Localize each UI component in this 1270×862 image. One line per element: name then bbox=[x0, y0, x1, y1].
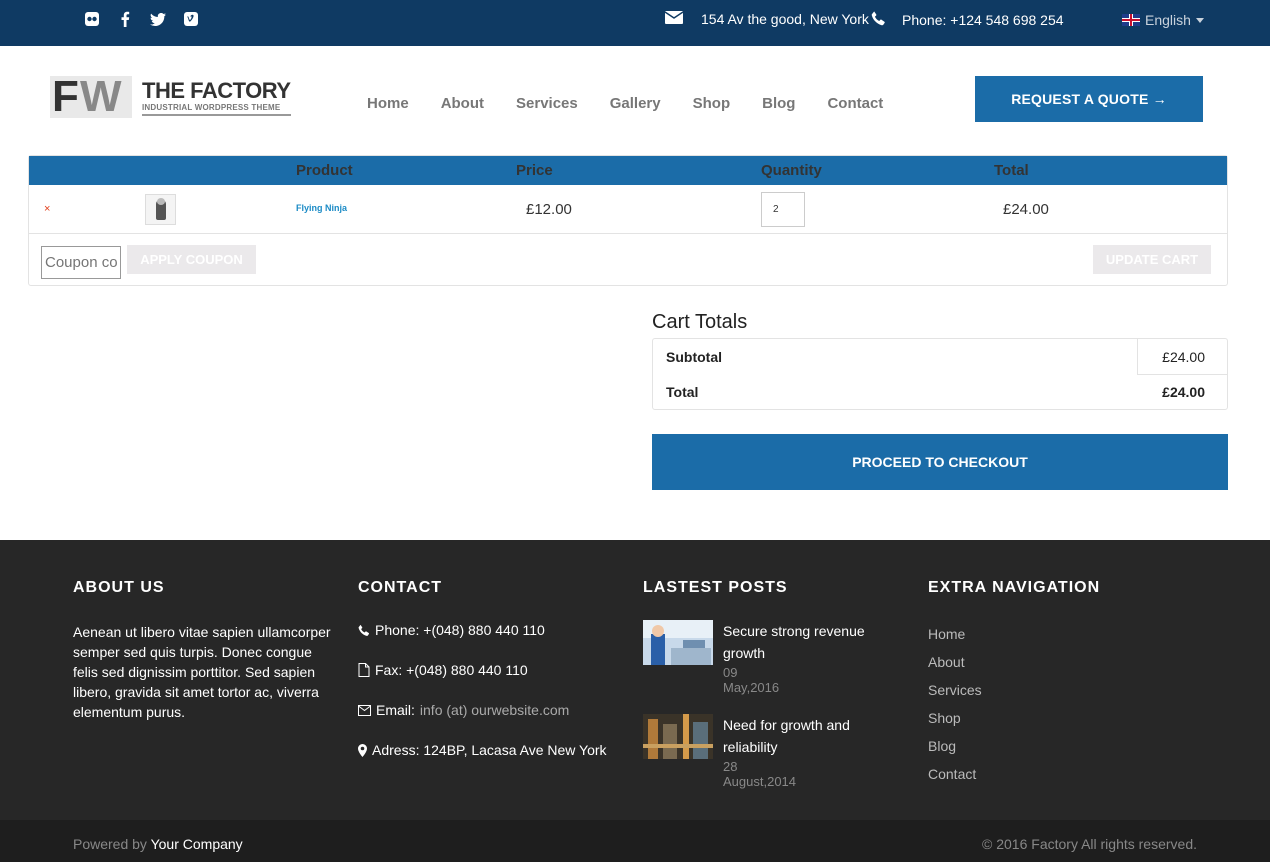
col-total: Total bbox=[994, 162, 1029, 179]
document-icon bbox=[358, 662, 370, 680]
top-address: 154 Av the good, New York bbox=[664, 11, 869, 27]
social-links bbox=[84, 11, 199, 27]
footer-about-text: Aenean ut libero vitae sapien ullamcorpe… bbox=[73, 624, 331, 720]
post-title[interactable]: Need for growth and reliability bbox=[723, 714, 893, 758]
apply-coupon-button[interactable]: APPLY COUPON bbox=[127, 245, 256, 274]
footer-fax-text: Fax: +(048) 880 440 110 bbox=[375, 662, 528, 678]
cart-totals-title: Cart Totals bbox=[652, 311, 748, 333]
update-cart-button[interactable]: UPDATE CART bbox=[1093, 245, 1211, 274]
item-total: £24.00 bbox=[1003, 201, 1049, 218]
post-date: 28 August,2014 bbox=[723, 759, 797, 789]
phone-text: Phone: +124 548 698 254 bbox=[902, 12, 1064, 28]
proceed-to-checkout-button[interactable]: PROCEED TO CHECKOUT bbox=[652, 434, 1228, 490]
vimeo-icon[interactable] bbox=[183, 11, 199, 27]
chevron-down-icon bbox=[1195, 17, 1204, 23]
language-label: English bbox=[1145, 12, 1191, 28]
envelope-icon bbox=[358, 702, 371, 719]
language-selector[interactable]: English bbox=[1122, 12, 1204, 28]
extra-nav-about[interactable]: About bbox=[928, 652, 1100, 680]
envelope-icon bbox=[664, 11, 684, 27]
bottom-bar: Powered by Your Company © 2016 Factory A… bbox=[0, 820, 1270, 862]
footer-email: Email: info (at) ourwebsite.com bbox=[358, 702, 607, 742]
footer-email-label: Email: bbox=[376, 702, 415, 718]
copyright-text: © 2016 Factory All rights reserved. bbox=[982, 836, 1197, 852]
post-item: Secure strong revenue growth 09 May,2016 bbox=[643, 620, 865, 714]
flickr-icon[interactable] bbox=[84, 11, 100, 27]
cart-totals-table: Subtotal £24.00 Total £24.00 bbox=[652, 338, 1228, 410]
nav-gallery[interactable]: Gallery bbox=[610, 95, 661, 112]
item-price: £12.00 bbox=[526, 201, 572, 218]
uk-flag-icon bbox=[1122, 14, 1140, 26]
post-item: Need for growth and reliability 28 Augus… bbox=[643, 714, 850, 808]
footer-phone-text: Phone: +(048) 880 440 110 bbox=[375, 622, 545, 638]
footer-latest-posts: LASTEST POSTS Secure strong revenue grow… bbox=[643, 579, 865, 808]
total-label: Total bbox=[666, 384, 699, 400]
footer-email-link[interactable]: info (at) ourwebsite.com bbox=[420, 702, 569, 718]
cart-table: Product Price Quantity Total × Flying Ni… bbox=[28, 155, 1228, 286]
footer-address: Adress: 124BP, Lacasa Ave New York bbox=[358, 742, 607, 782]
map-marker-icon bbox=[358, 742, 367, 760]
extra-nav-blog[interactable]: Blog bbox=[928, 736, 1100, 764]
extra-nav-contact[interactable]: Contact bbox=[928, 764, 1100, 792]
col-price: Price bbox=[516, 162, 553, 179]
logo-subtitle: INDUSTRIAL WORDPRESS THEME bbox=[142, 102, 281, 112]
extra-nav-home[interactable]: Home bbox=[928, 624, 1100, 652]
product-name-link[interactable]: Flying Ninja bbox=[296, 203, 347, 213]
logo-text: THE FACTORY INDUSTRIAL WORDPRESS THEME bbox=[142, 77, 291, 116]
nav-blog[interactable]: Blog bbox=[762, 95, 795, 112]
nav-contact[interactable]: Contact bbox=[827, 95, 883, 112]
logo-mark: FW bbox=[50, 75, 132, 119]
remove-item-button[interactable]: × bbox=[44, 203, 50, 215]
footer-phone: Phone: +(048) 880 440 110 bbox=[358, 622, 607, 662]
total-value: £24.00 bbox=[1162, 384, 1205, 400]
nav-home[interactable]: Home bbox=[367, 95, 409, 112]
twitter-icon[interactable] bbox=[150, 11, 166, 27]
address-text: 154 Av the good, New York bbox=[701, 11, 869, 27]
footer-contact-heading: CONTACT bbox=[358, 579, 443, 596]
footer-contact: CONTACT Phone: +(048) 880 440 110 Fax: +… bbox=[358, 579, 607, 782]
phone-icon bbox=[871, 11, 886, 29]
footer-fax: Fax: +(048) 880 440 110 bbox=[358, 662, 607, 702]
col-quantity: Quantity bbox=[761, 162, 822, 179]
footer-posts-heading: LASTEST POSTS bbox=[643, 579, 788, 596]
company-link[interactable]: Your Company bbox=[151, 836, 243, 852]
subtotal-label: Subtotal bbox=[666, 349, 722, 365]
powered-by: Powered by Your Company bbox=[73, 836, 243, 852]
post-date: 09 May,2016 bbox=[723, 665, 780, 695]
nav-services[interactable]: Services bbox=[516, 95, 578, 112]
top-bar: 154 Av the good, New York Phone: +124 54… bbox=[0, 0, 1270, 46]
extra-nav-list: Home About Services Shop Blog Contact bbox=[928, 624, 1100, 792]
footer-extra-nav: EXTRA NAVIGATION Home About Services Sho… bbox=[928, 579, 1100, 792]
nav-shop[interactable]: Shop bbox=[693, 95, 731, 112]
facebook-icon[interactable] bbox=[117, 11, 133, 27]
footer-extra-nav-heading: EXTRA NAVIGATION bbox=[928, 579, 1101, 596]
quantity-input[interactable] bbox=[761, 192, 805, 227]
coupon-code-input[interactable] bbox=[41, 246, 121, 279]
powered-by-prefix: Powered by bbox=[73, 836, 147, 852]
footer: ABOUT US Aenean ut libero vitae sapien u… bbox=[0, 540, 1270, 820]
footer-about: ABOUT US Aenean ut libero vitae sapien u… bbox=[73, 579, 335, 722]
subtotal-value: £24.00 bbox=[1162, 349, 1205, 365]
extra-nav-services[interactable]: Services bbox=[928, 680, 1100, 708]
post-thumbnail[interactable] bbox=[643, 620, 713, 665]
main-nav: Home About Services Gallery Shop Blog Co… bbox=[367, 95, 883, 112]
top-phone: Phone: +124 548 698 254 bbox=[871, 11, 1064, 29]
cart-table-header: Product Price Quantity Total bbox=[29, 156, 1227, 185]
product-thumbnail[interactable] bbox=[145, 194, 176, 225]
site-logo[interactable]: FW THE FACTORY INDUSTRIAL WORDPRESS THEM… bbox=[50, 75, 291, 119]
cart-item-row: × Flying Ninja £12.00 £24.00 bbox=[29, 185, 1227, 234]
request-quote-button[interactable]: REQUEST A QUOTE → bbox=[975, 76, 1203, 122]
footer-about-heading: ABOUT US bbox=[73, 579, 165, 596]
extra-nav-shop[interactable]: Shop bbox=[928, 708, 1100, 736]
footer-address-text: Adress: 124BP, Lacasa Ave New York bbox=[372, 742, 607, 758]
nav-about[interactable]: About bbox=[441, 95, 484, 112]
post-title[interactable]: Secure strong revenue growth bbox=[723, 620, 893, 664]
col-product: Product bbox=[296, 162, 353, 179]
logo-title: THE FACTORY bbox=[142, 77, 291, 103]
post-thumbnail[interactable] bbox=[643, 714, 713, 759]
phone-icon bbox=[358, 622, 370, 640]
